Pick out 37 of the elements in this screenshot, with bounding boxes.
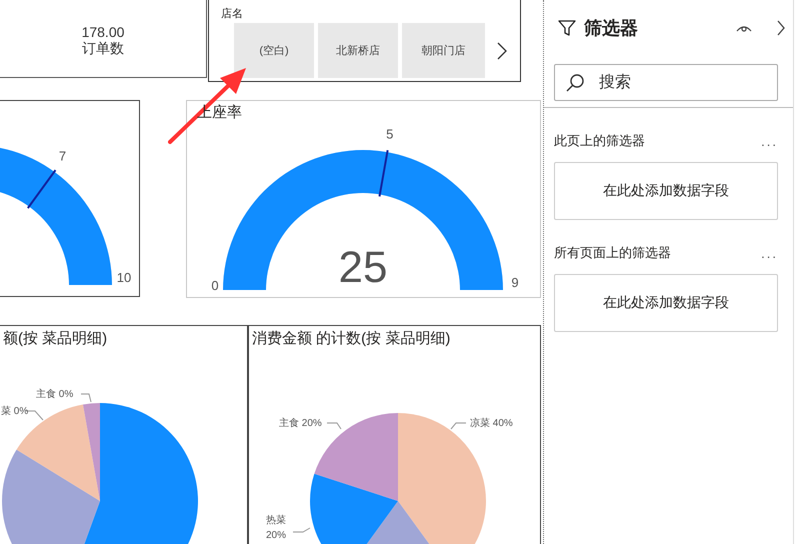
chevron-right-icon[interactable] [497,42,507,60]
more-options-button[interactable]: ... [761,246,778,260]
gauge-max-label: 10 [116,270,132,285]
slicer-tile[interactable]: 朝阳门店 [402,23,485,78]
slicer-tile[interactable]: 北新桥店 [318,23,398,78]
gauge-value: 25 [338,243,388,292]
chart-title: 消费金额 的计数(按 菜品明细) [252,329,450,348]
drop-zone[interactable]: 在此处添加数据字段 [554,162,778,220]
gauge-max-label: 9 [511,275,519,290]
slice-label: 凉菜 40% [470,416,513,430]
slice-label: 菜 0% [1,404,28,418]
target-line [27,170,56,209]
leader-line [80,394,92,402]
leader-line [326,422,342,430]
pane-title: 筛选器 [584,17,638,40]
leader-line [292,528,310,532]
section-title: 所有页面上的筛选器 [554,244,671,262]
slice-label: 主食 0% [36,388,74,401]
drop-zone[interactable]: 在此处添加数据字段 [554,274,778,332]
slice-label: 热菜 20% [266,514,288,542]
gauge-min-label: 0 [211,278,219,293]
gauge-target-label: 5 [386,126,394,142]
order-count-value: 178.00 [82,24,124,40]
leader-line [450,422,466,430]
search-icon [565,73,585,93]
section-title: 此页上的筛选器 [554,132,645,150]
filter-icon [558,19,576,37]
more-options-button[interactable]: ... [761,134,778,148]
chevron-right-icon[interactable] [776,20,786,36]
target-line [378,150,389,197]
search-field[interactable]: 搜索 [554,64,778,101]
slicer-title: 店名 [221,6,243,21]
chart-title: 额(按 菜品明细) [3,329,108,348]
slice-label: 主食 20% [279,416,322,430]
slicer-tile[interactable]: (空白) [234,23,314,78]
gauge-target-label: 7 [58,148,66,164]
order-count-label: 订单数 [82,40,124,58]
